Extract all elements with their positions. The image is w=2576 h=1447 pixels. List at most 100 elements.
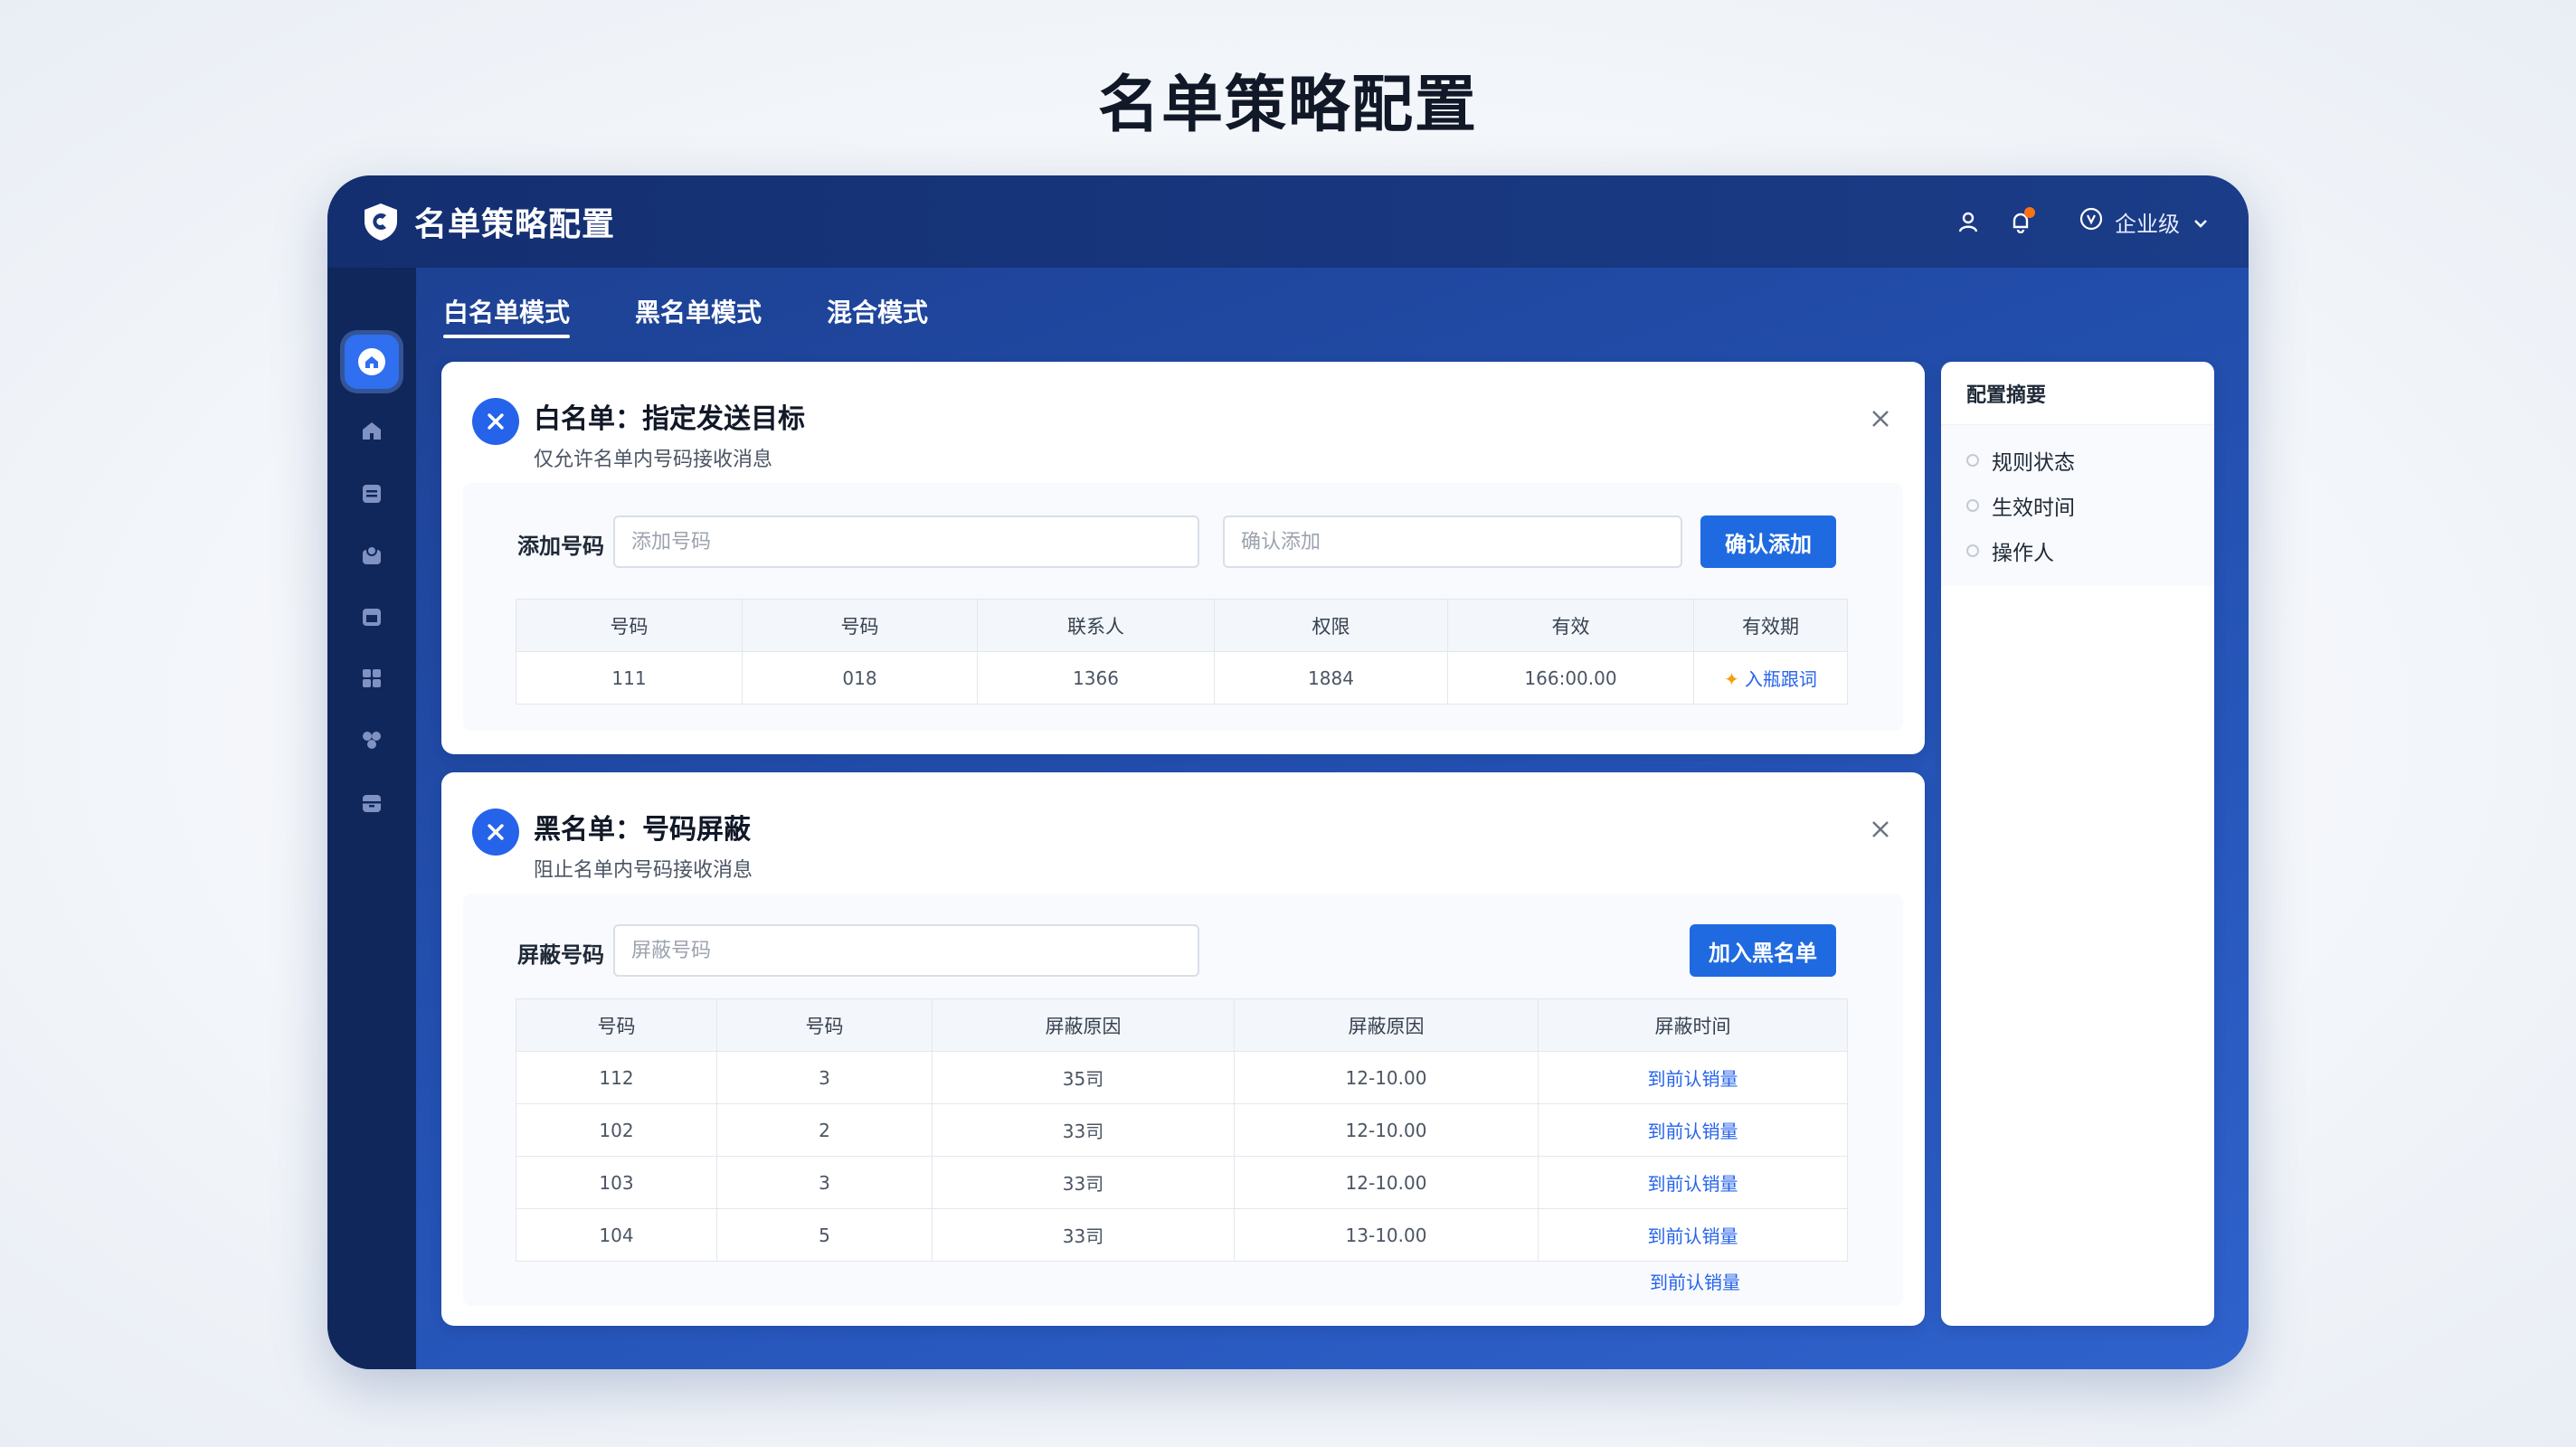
row-action-link[interactable]: 到前认销量 [1538,1051,1848,1104]
table-header-row: 号码 号码 联系人 权限 有效 有效期 [516,599,1848,652]
summary-item-operator: 操作人 [1941,528,2214,573]
validity-link-cell[interactable]: ✦ 入瓶跟词 [1693,651,1848,705]
list-icon [363,485,381,503]
calendar-icon [363,609,381,626]
sidebar-item-settings[interactable] [345,713,399,767]
mode-tabs: 白名单模式 黑名单模式 混合模式 [443,293,993,338]
home-active-icon [358,348,385,375]
add-to-blacklist-button[interactable]: 加入黑名单 [1690,924,1836,977]
summary-list: 规则状态 生效时间 操作人 [1941,425,2214,586]
table-row: 112 3 35司 12-10.00 到前认销量 [516,1051,1848,1104]
column-header: 号码 [742,599,978,652]
column-header: 权限 [1214,599,1448,652]
confirm-add-input[interactable] [1223,515,1682,568]
row-action-link[interactable]: 到前认销量 [1538,1208,1848,1262]
table-cell: 1366 [977,651,1215,705]
sparkle-icon: ✦ [1724,668,1739,690]
summary-item-label: 规则状态 [1992,451,2075,475]
summary-item-rule-status: 规则状态 [1941,438,2214,483]
column-header: 号码 [516,998,717,1052]
table-cell: 018 [742,651,978,705]
blacklist-title: 黑名单：号码屏蔽 [534,814,751,846]
table-cell: 166:00.00 [1447,651,1694,705]
settings-icon [363,732,381,749]
column-header: 屏蔽原因 [932,998,1235,1052]
notification-dot [2024,207,2035,218]
block-number-input[interactable] [613,924,1199,977]
sidebar-item-apps[interactable] [345,651,399,705]
column-header: 屏蔽原因 [1234,998,1539,1052]
page-title: 名单策略配置 [1097,70,1478,141]
close-icon[interactable] [1867,816,1894,843]
sidebar-item-archive[interactable] [345,776,399,830]
archive-icon [363,795,381,812]
whitelist-badge-icon [472,398,519,445]
bell-icon[interactable] [2003,203,2039,240]
table-row: 104 5 33司 13-10.00 到前认销量 [516,1208,1848,1262]
account-label: 企业级 [2115,211,2180,237]
table-cell: 33司 [932,1103,1235,1157]
blacklist-table: 号码 号码 屏蔽原因 屏蔽原因 屏蔽时间 112 3 35司 12-10.00 … [516,998,1848,1262]
summary-item-label: 生效时间 [1992,497,2075,520]
table-cell: 102 [516,1103,717,1157]
column-header: 号码 [716,998,933,1052]
table-cell: 1884 [1214,651,1448,705]
blacklist-subtitle: 阻止名单内号码接收消息 [534,859,753,882]
whitelist-subtitle: 仅允许名单内号码接收消息 [534,449,773,471]
validity-link[interactable]: 入瓶跟词 [1745,668,1817,690]
table-cell: 103 [516,1156,717,1209]
whitelist-card: 白名单：指定发送目标 仅允许名单内号码接收消息 添加号码 确认添加 号码 [441,362,1925,754]
column-header: 联系人 [977,599,1215,652]
table-cell: 5 [716,1208,933,1262]
tab-whitelist[interactable]: 白名单模式 [443,293,571,338]
table-cell: 13-10.00 [1234,1208,1539,1262]
top-right-controls: 企业级 [1934,175,2209,268]
sidebar [327,268,416,1369]
row-action-link[interactable]: 到前认销量 [1538,1103,1848,1157]
table-header-row: 号码 号码 屏蔽原因 屏蔽原因 屏蔽时间 [516,998,1848,1052]
table-cell: 33司 [932,1156,1235,1209]
whitelist-table: 号码 号码 联系人 权限 有效 有效期 111 018 1366 1884 16 [516,599,1848,705]
shield-logo-icon [360,201,402,242]
tab-blacklist[interactable]: 黑名单模式 [635,293,762,338]
sidebar-item-home[interactable] [345,403,399,458]
sidebar-item-calendar[interactable] [345,590,399,644]
chevron-down-icon [2192,209,2209,234]
app-title: 名单策略配置 [414,206,616,243]
contacts-icon [363,545,381,564]
add-number-input[interactable] [613,515,1199,568]
brand[interactable]: 名单策略配置 [360,198,615,245]
table-cell: 2 [716,1103,933,1157]
enterprise-icon [2079,206,2104,237]
sidebar-item-contacts[interactable] [345,528,399,582]
tab-mixed[interactable]: 混合模式 [827,293,928,338]
whitelist-body: 添加号码 确认添加 号码 号码 联系人 权限 有效 有效期 [463,483,1903,731]
row-action-link[interactable]: 到前认销量 [1538,1156,1848,1209]
user-icon[interactable] [1950,203,1986,240]
config-summary-panel: 配置摘要 规则状态 生效时间 操作人 [1941,362,2214,1326]
column-header: 屏蔽时间 [1538,998,1848,1052]
circle-icon [1966,544,1979,557]
extra-action-link[interactable]: 到前认销量 [1650,1268,1740,1294]
blacklist-card: 黑名单：号码屏蔽 阻止名单内号码接收消息 屏蔽号码 加入黑名单 号码 号码 [441,772,1925,1326]
confirm-add-button[interactable]: 确认添加 [1700,515,1836,568]
table-cell: 12-10.00 [1234,1156,1539,1209]
account-menu[interactable]: 企业级 [2079,206,2209,238]
summary-item-effective-time: 生效时间 [1941,483,2214,528]
sidebar-item-list[interactable] [345,467,399,521]
table-cell: 12-10.00 [1234,1103,1539,1157]
table-cell: 112 [516,1051,717,1104]
top-bar: 名单策略配置 企业级 [327,175,2249,268]
table-cell: 3 [716,1051,933,1104]
apps-grid-icon [363,669,381,687]
circle-icon [1966,499,1979,512]
summary-title: 配置摘要 [1941,362,2214,425]
table-row: 111 018 1366 1884 166:00.00 ✦ 入瓶跟词 [516,651,1848,705]
whitelist-title: 白名单：指定发送目标 [534,403,805,435]
blacklist-body: 屏蔽号码 加入黑名单 号码 号码 屏蔽原因 屏蔽原因 屏蔽时间 [463,894,1903,1306]
sidebar-item-home-active[interactable] [345,335,399,389]
blacklist-header: 黑名单：号码屏蔽 阻止名单内号码接收消息 [472,807,753,883]
circle-icon [1966,454,1979,467]
add-number-label: 添加号码 [517,534,604,559]
close-icon[interactable] [1867,405,1894,432]
